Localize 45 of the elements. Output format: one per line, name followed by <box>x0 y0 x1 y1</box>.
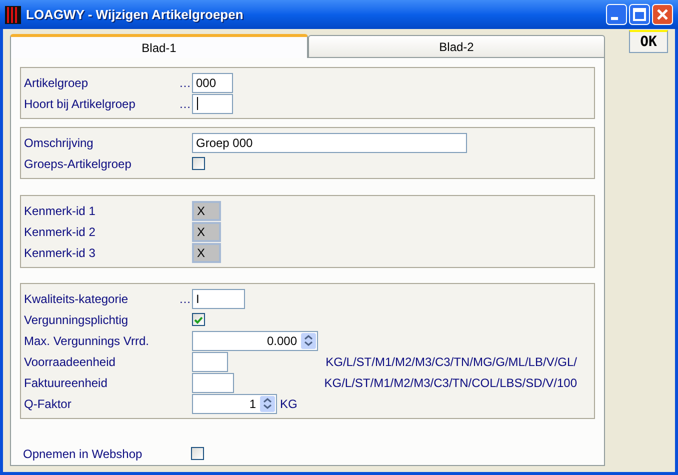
field-label: Kenmerk-id 1 <box>23 202 96 220</box>
field-label: Groeps-Artikelgroep <box>23 156 132 172</box>
input-field[interactable]: Groep 000 <box>192 132 467 152</box>
spin-buttons-icon <box>301 332 316 348</box>
field-label: Kwaliteits-kategorie <box>23 290 130 308</box>
spin-field[interactable]: 0.000 <box>192 330 318 350</box>
field-label: Kenmerk-id 2 <box>23 224 96 240</box>
minimize-icon[interactable] <box>606 4 627 25</box>
unit-hint: KG/L/ST/M1/M2/M3/C3/TN/COL/LBS/SD/V/100 <box>324 374 577 392</box>
field-label: Artikelgroep <box>23 74 90 92</box>
ellipsis: … <box>178 96 192 112</box>
field-label: Hoort bij Artikelgroep <box>23 96 136 112</box>
field-label: Opnemen in Webshop <box>22 446 144 462</box>
spin-buttons-icon <box>260 396 275 412</box>
text-cursor <box>197 97 198 110</box>
unit-hint: KG/L/ST/M1/M2/M3/C3/TN/MG/G/ML/LB/V/GL/ <box>326 354 577 370</box>
ellipsis: … <box>178 290 192 308</box>
close-icon[interactable] <box>652 4 673 25</box>
ellipsis: … <box>178 74 192 92</box>
input-field[interactable] <box>192 94 233 114</box>
input-field[interactable] <box>192 352 228 372</box>
ok-button[interactable]: OK <box>629 30 668 53</box>
app-icon <box>5 6 21 24</box>
input-field[interactable]: I <box>192 288 245 308</box>
input-field[interactable] <box>192 372 234 392</box>
field-label: Max. Vergunnings Vrrd. <box>23 332 150 350</box>
checkbox[interactable] <box>191 447 204 460</box>
field-label: Q-Faktor <box>23 396 72 412</box>
input-field[interactable]: 000 <box>192 72 233 92</box>
field-label: Kenmerk-id 3 <box>23 244 96 262</box>
field-label: Voorraadeenheid <box>23 354 116 370</box>
maximize-icon[interactable] <box>629 4 650 25</box>
spin-field[interactable]: 1 <box>192 394 277 414</box>
tab[interactable]: Blad-1 <box>10 34 308 58</box>
checkbox[interactable] <box>192 313 205 326</box>
x-box[interactable]: X <box>192 200 221 220</box>
field-label: Omschrijving <box>23 134 94 152</box>
x-box[interactable]: X <box>192 242 221 262</box>
field-label: Vergunningsplichtig <box>23 312 130 328</box>
checkbox[interactable] <box>192 157 205 170</box>
window-title: LOAGWY - Wijzigen Artikelgroepen <box>26 6 244 24</box>
tab[interactable]: Blad-2 <box>308 35 605 57</box>
field-label: Faktuureenheid <box>23 374 108 392</box>
x-box[interactable]: X <box>192 222 221 242</box>
unit-label: KG <box>280 396 298 412</box>
